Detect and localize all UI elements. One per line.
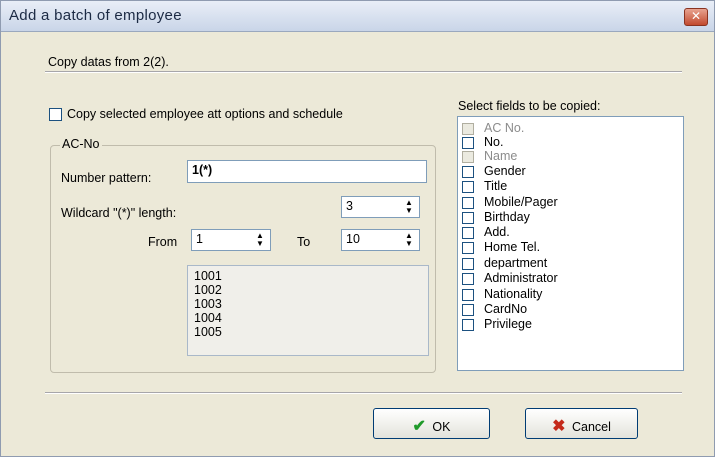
spin-arrows-icon[interactable]: ▲ ▼ [400,198,418,216]
copy-source-label: Copy datas from 2(2). [48,55,169,69]
checkbox-icon[interactable] [462,304,474,316]
checkbox-icon[interactable] [462,212,474,224]
checkbox-icon[interactable] [462,166,474,178]
x-mark-icon: ✖ [552,418,566,435]
number-pattern-label: Number pattern: [61,171,152,185]
list-item: 1002 [194,283,222,297]
list-item: 1001 [194,269,222,283]
list-item: 1003 [194,297,222,311]
from-stepper[interactable]: 1 ▲ ▼ [191,229,271,251]
cancel-button-label: Cancel [571,420,611,434]
from-label: From [148,235,178,249]
footer-divider [45,392,682,394]
ok-button-label: OK [432,420,451,434]
checkmark-icon: ✔ [412,418,426,435]
wildcard-length-stepper[interactable]: 3 ▲ ▼ [341,196,420,218]
to-label: To [297,235,311,249]
checkbox-icon[interactable] [462,151,474,163]
copy-options-checkbox[interactable] [49,108,62,121]
checkbox-icon[interactable] [462,197,474,209]
checkbox-icon[interactable] [462,181,474,193]
to-value: 10 [346,232,360,246]
spin-arrows-icon[interactable]: ▲ ▼ [251,231,269,249]
checkbox-icon[interactable] [462,258,474,270]
wildcard-length-value: 3 [346,199,353,213]
checkbox-icon[interactable] [462,137,474,149]
checkbox-icon[interactable] [462,123,474,135]
title-bar[interactable]: Add a batch of employee ✕ [1,1,714,32]
checkbox-icon[interactable] [462,227,474,239]
spin-arrows-icon[interactable]: ▲ ▼ [400,231,418,249]
header-divider [45,71,682,73]
ok-button[interactable]: ✔ OK [373,408,490,439]
list-item: 1004 [194,311,222,325]
number-pattern-input[interactable]: 1(*) [187,160,427,183]
checkbox-icon[interactable] [462,273,474,285]
acno-preview-list[interactable]: 1001 1002 1003 1004 1005 [187,265,429,356]
fields-title: Select fields to be copied: [458,99,601,113]
window-title: Add a batch of employee [9,7,182,24]
dialog-window: Add a batch of employee ✕ Copy datas fro… [0,0,715,457]
wildcard-length-label: Wildcard "(*)" length: [61,206,177,220]
from-value: 1 [196,232,203,246]
cancel-button[interactable]: ✖ Cancel [525,408,638,439]
close-button[interactable]: ✕ [684,8,708,26]
acno-group-legend: AC-No [60,137,102,151]
checkbox-icon[interactable] [462,242,474,254]
list-item: 1005 [194,325,222,339]
checkbox-icon[interactable] [462,289,474,301]
to-stepper[interactable]: 10 ▲ ▼ [341,229,420,251]
checkbox-icon[interactable] [462,319,474,331]
copy-options-label: Copy selected employee att options and s… [67,107,343,121]
